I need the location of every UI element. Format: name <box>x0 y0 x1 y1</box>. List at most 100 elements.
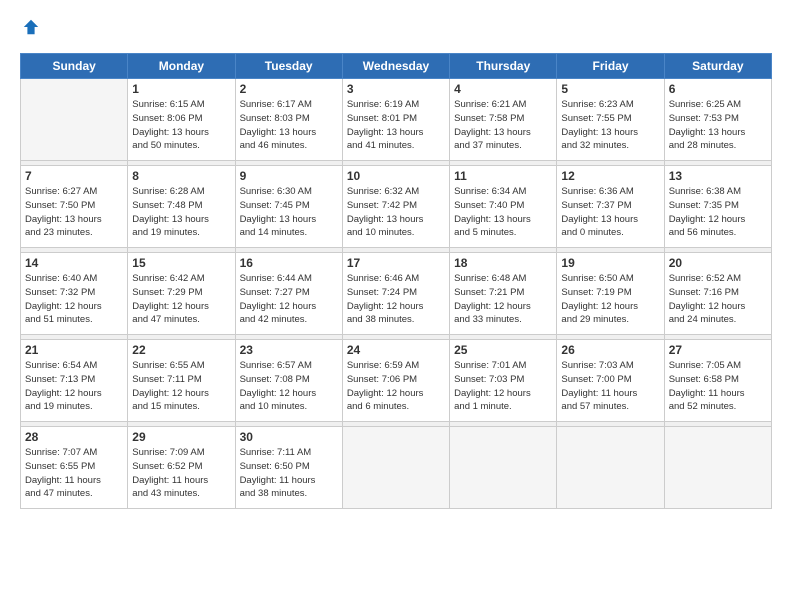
day-info: Sunrise: 6:59 AM Sunset: 7:06 PM Dayligh… <box>347 359 445 414</box>
day-number: 16 <box>240 256 338 270</box>
day-number: 20 <box>669 256 767 270</box>
weekday-saturday: Saturday <box>664 54 771 79</box>
weekday-header: SundayMondayTuesdayWednesdayThursdayFrid… <box>21 54 772 79</box>
weekday-monday: Monday <box>128 54 235 79</box>
day-info: Sunrise: 6:15 AM Sunset: 8:06 PM Dayligh… <box>132 98 230 153</box>
day-info: Sunrise: 7:03 AM Sunset: 7:00 PM Dayligh… <box>561 359 659 414</box>
day-info: Sunrise: 6:57 AM Sunset: 7:08 PM Dayligh… <box>240 359 338 414</box>
day-cell: 23 Sunrise: 6:57 AM Sunset: 7:08 PM Dayli… <box>235 340 342 422</box>
weekday-wednesday: Wednesday <box>342 54 449 79</box>
day-cell: 29 Sunrise: 7:09 AM Sunset: 6:52 PM Dayli… <box>128 427 235 509</box>
weekday-friday: Friday <box>557 54 664 79</box>
day-cell <box>450 427 557 509</box>
day-cell: 7 Sunrise: 6:27 AM Sunset: 7:50 PM Daylig… <box>21 166 128 248</box>
day-info: Sunrise: 6:34 AM Sunset: 7:40 PM Dayligh… <box>454 185 552 240</box>
day-cell: 21 Sunrise: 6:54 AM Sunset: 7:13 PM Dayli… <box>21 340 128 422</box>
day-number: 25 <box>454 343 552 357</box>
day-number: 29 <box>132 430 230 444</box>
logo <box>20 18 40 41</box>
day-info: Sunrise: 6:19 AM Sunset: 8:01 PM Dayligh… <box>347 98 445 153</box>
day-number: 15 <box>132 256 230 270</box>
day-number: 22 <box>132 343 230 357</box>
day-cell: 8Sunrise: 6:28 AM Sunset: 7:48 PM Daylig… <box>128 166 235 248</box>
day-cell: 15 Sunrise: 6:42 AM Sunset: 7:29 PM Dayli… <box>128 253 235 335</box>
day-number: 21 <box>25 343 123 357</box>
day-number: 5 <box>561 82 659 96</box>
day-info: Sunrise: 6:54 AM Sunset: 7:13 PM Dayligh… <box>25 359 123 414</box>
weekday-sunday: Sunday <box>21 54 128 79</box>
day-number: 7 <box>25 169 123 183</box>
day-info: Sunrise: 6:30 AM Sunset: 7:45 PM Dayligh… <box>240 185 338 240</box>
header <box>20 18 772 41</box>
day-number: 17 <box>347 256 445 270</box>
week-row-1: 1 Sunrise: 6:15 AM Sunset: 8:06 PM Daylig… <box>21 79 772 161</box>
day-info: Sunrise: 6:25 AM Sunset: 7:53 PM Dayligh… <box>669 98 767 153</box>
day-number: 11 <box>454 169 552 183</box>
day-info: Sunrise: 7:01 AM Sunset: 7:03 PM Dayligh… <box>454 359 552 414</box>
weekday-thursday: Thursday <box>450 54 557 79</box>
day-number: 10 <box>347 169 445 183</box>
day-number: 1 <box>132 82 230 96</box>
day-info: Sunrise: 6:52 AM Sunset: 7:16 PM Dayligh… <box>669 272 767 327</box>
day-number: 24 <box>347 343 445 357</box>
day-cell <box>21 79 128 161</box>
day-number: 13 <box>669 169 767 183</box>
day-cell: 26 Sunrise: 7:03 AM Sunset: 7:00 PM Dayli… <box>557 340 664 422</box>
day-info: Sunrise: 6:50 AM Sunset: 7:19 PM Dayligh… <box>561 272 659 327</box>
day-cell <box>557 427 664 509</box>
day-info: Sunrise: 6:40 AM Sunset: 7:32 PM Dayligh… <box>25 272 123 327</box>
day-number: 4 <box>454 82 552 96</box>
day-cell: 12 Sunrise: 6:36 AM Sunset: 7:37 PM Dayli… <box>557 166 664 248</box>
day-info: Sunrise: 6:55 AM Sunset: 7:11 PM Dayligh… <box>132 359 230 414</box>
day-number: 2 <box>240 82 338 96</box>
day-cell: 14 Sunrise: 6:40 AM Sunset: 7:32 PM Dayli… <box>21 253 128 335</box>
day-info: Sunrise: 6:32 AM Sunset: 7:42 PM Dayligh… <box>347 185 445 240</box>
day-cell: 30 Sunrise: 7:11 AM Sunset: 6:50 PM Dayli… <box>235 427 342 509</box>
day-number: 9 <box>240 169 338 183</box>
day-info: Sunrise: 6:21 AM Sunset: 7:58 PM Dayligh… <box>454 98 552 153</box>
week-row-3: 14 Sunrise: 6:40 AM Sunset: 7:32 PM Dayli… <box>21 253 772 335</box>
day-number: 30 <box>240 430 338 444</box>
day-cell: 19 Sunrise: 6:50 AM Sunset: 7:19 PM Dayli… <box>557 253 664 335</box>
day-info: Sunrise: 6:44 AM Sunset: 7:27 PM Dayligh… <box>240 272 338 327</box>
day-cell: 16 Sunrise: 6:44 AM Sunset: 7:27 PM Dayli… <box>235 253 342 335</box>
week-row-4: 21 Sunrise: 6:54 AM Sunset: 7:13 PM Dayli… <box>21 340 772 422</box>
day-cell: 17 Sunrise: 6:46 AM Sunset: 7:24 PM Dayli… <box>342 253 449 335</box>
day-number: 6 <box>669 82 767 96</box>
day-cell: 20 Sunrise: 6:52 AM Sunset: 7:16 PM Dayli… <box>664 253 771 335</box>
day-cell: 24 Sunrise: 6:59 AM Sunset: 7:06 PM Dayli… <box>342 340 449 422</box>
day-cell: 27 Sunrise: 7:05 AM Sunset: 6:58 PM Dayli… <box>664 340 771 422</box>
day-info: Sunrise: 6:46 AM Sunset: 7:24 PM Dayligh… <box>347 272 445 327</box>
day-info: Sunrise: 6:42 AM Sunset: 7:29 PM Dayligh… <box>132 272 230 327</box>
day-number: 14 <box>25 256 123 270</box>
day-number: 23 <box>240 343 338 357</box>
day-number: 12 <box>561 169 659 183</box>
day-cell: 11 Sunrise: 6:34 AM Sunset: 7:40 PM Dayli… <box>450 166 557 248</box>
day-cell: 4 Sunrise: 6:21 AM Sunset: 7:58 PM Daylig… <box>450 79 557 161</box>
calendar-body: 1 Sunrise: 6:15 AM Sunset: 8:06 PM Daylig… <box>21 79 772 509</box>
day-cell: 22 Sunrise: 6:55 AM Sunset: 7:11 PM Dayli… <box>128 340 235 422</box>
day-number: 8 <box>132 169 230 183</box>
day-number: 19 <box>561 256 659 270</box>
day-number: 26 <box>561 343 659 357</box>
day-info: Sunrise: 6:36 AM Sunset: 7:37 PM Dayligh… <box>561 185 659 240</box>
day-info: Sunrise: 6:48 AM Sunset: 7:21 PM Dayligh… <box>454 272 552 327</box>
weekday-tuesday: Tuesday <box>235 54 342 79</box>
day-info: Sunrise: 7:11 AM Sunset: 6:50 PM Dayligh… <box>240 446 338 501</box>
day-cell <box>342 427 449 509</box>
day-info: Sunrise: 6:27 AM Sunset: 7:50 PM Dayligh… <box>25 185 123 240</box>
day-info: Sunrise: 6:23 AM Sunset: 7:55 PM Dayligh… <box>561 98 659 153</box>
day-info: Sunrise: 7:09 AM Sunset: 6:52 PM Dayligh… <box>132 446 230 501</box>
day-info: Sunrise: 7:07 AM Sunset: 6:55 PM Dayligh… <box>25 446 123 501</box>
day-cell <box>664 427 771 509</box>
day-cell: 13Sunrise: 6:38 AM Sunset: 7:35 PM Dayli… <box>664 166 771 248</box>
day-cell: 1 Sunrise: 6:15 AM Sunset: 8:06 PM Daylig… <box>128 79 235 161</box>
day-number: 3 <box>347 82 445 96</box>
day-cell: 6 Sunrise: 6:25 AM Sunset: 7:53 PM Daylig… <box>664 79 771 161</box>
day-cell: 28 Sunrise: 7:07 AM Sunset: 6:55 PM Dayli… <box>21 427 128 509</box>
day-number: 27 <box>669 343 767 357</box>
page: SundayMondayTuesdayWednesdayThursdayFrid… <box>0 0 792 612</box>
day-number: 28 <box>25 430 123 444</box>
day-info: Sunrise: 7:05 AM Sunset: 6:58 PM Dayligh… <box>669 359 767 414</box>
day-cell: 2Sunrise: 6:17 AM Sunset: 8:03 PM Daylig… <box>235 79 342 161</box>
